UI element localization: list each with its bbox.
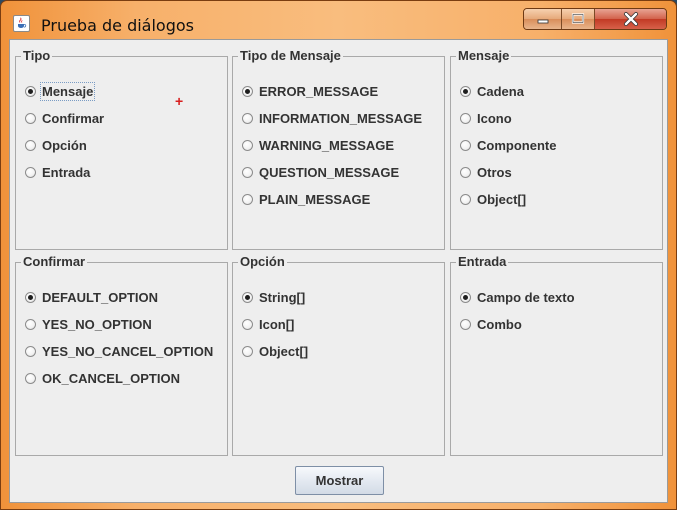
radio-circle	[242, 319, 253, 330]
group-entrada: Entrada Campo de texto Combo	[450, 255, 663, 456]
radio-label: ERROR_MESSAGE	[259, 84, 379, 99]
radio-label: String[]	[259, 290, 306, 305]
group-title: Mensaje	[458, 48, 510, 63]
radio-label: Combo	[477, 317, 522, 332]
radio-confirmar[interactable]: Confirmar	[25, 105, 104, 132]
radio-combo[interactable]: Combo	[460, 311, 575, 338]
group-confirmar: Confirmar DEFAULT_OPTION YES_NO_OPTION Y…	[15, 255, 228, 456]
radio-question-message[interactable]: QUESTION_MESSAGE	[242, 159, 422, 186]
radio-circle	[242, 292, 253, 303]
radio-label: Opción	[42, 138, 87, 153]
radio-circle	[460, 140, 471, 151]
radio-label: Object[]	[259, 344, 309, 359]
radio-object-array[interactable]: Object[]	[242, 338, 308, 365]
radio-circle	[25, 167, 36, 178]
radio-label: Componente	[477, 138, 557, 153]
radio-circle	[460, 194, 471, 205]
radio-label: INFORMATION_MESSAGE	[259, 111, 422, 126]
group-tipo-de-mensaje: Tipo de Mensaje ERROR_MESSAGE INFORMATIO…	[232, 49, 445, 250]
radio-label: Object[]	[477, 192, 527, 207]
radio-circle	[460, 319, 471, 330]
radio-label: Campo de texto	[477, 290, 575, 305]
group-mensaje: Mensaje Cadena Icono Componente Otros Ob…	[450, 49, 663, 250]
radio-label: Mensaje	[39, 82, 96, 101]
radio-circle	[25, 113, 36, 124]
radio-circle	[460, 167, 471, 178]
radio-label: Cadena	[477, 84, 524, 99]
radio-label: OK_CANCEL_OPTION	[42, 371, 180, 386]
radio-label: Entrada	[42, 165, 91, 180]
dialog-content: Tipo Mensaje Confirmar Opción Entrada + …	[9, 39, 668, 503]
radio-label: QUESTION_MESSAGE	[259, 165, 400, 180]
radio-plain-message[interactable]: PLAIN_MESSAGE	[242, 186, 422, 213]
radio-label: DEFAULT_OPTION	[42, 290, 159, 305]
radio-circle	[25, 319, 36, 330]
radio-warning-message[interactable]: WARNING_MESSAGE	[242, 132, 422, 159]
radio-ok-cancel-option[interactable]: OK_CANCEL_OPTION	[25, 365, 213, 392]
group-title: Confirmar	[23, 254, 86, 269]
radio-mensaje[interactable]: Mensaje	[25, 78, 104, 105]
radio-icono[interactable]: Icono	[460, 105, 556, 132]
radio-circle	[242, 194, 253, 205]
radio-error-message[interactable]: ERROR_MESSAGE	[242, 78, 422, 105]
radio-label: Otros	[477, 165, 512, 180]
crosshair-cursor-icon: +	[175, 93, 184, 109]
radio-string-array[interactable]: String[]	[242, 284, 308, 311]
group-title: Entrada	[458, 254, 507, 269]
radio-circle	[242, 86, 253, 97]
radio-default-option[interactable]: DEFAULT_OPTION	[25, 284, 213, 311]
radio-componente[interactable]: Componente	[460, 132, 556, 159]
caption-buttons	[523, 8, 667, 30]
radio-information-message[interactable]: INFORMATION_MESSAGE	[242, 105, 422, 132]
radio-circle	[242, 113, 253, 124]
radio-circle	[25, 140, 36, 151]
group-title: Tipo	[23, 48, 51, 63]
group-title: Opción	[240, 254, 285, 269]
radio-circle	[242, 346, 253, 357]
radio-circle	[25, 86, 36, 97]
maximize-button[interactable]	[562, 9, 595, 29]
radio-circle	[460, 113, 471, 124]
title-bar[interactable]: Prueba de diálogos	[1, 1, 676, 39]
close-button[interactable]	[595, 9, 666, 29]
radio-object-array[interactable]: Object[]	[460, 186, 556, 213]
radio-circle	[242, 167, 253, 178]
radio-yes-no-cancel-option[interactable]: YES_NO_CANCEL_OPTION	[25, 338, 213, 365]
window-title: Prueba de diálogos	[41, 16, 194, 35]
radio-circle	[25, 373, 36, 384]
java-coffee-cup-icon[interactable]	[13, 15, 30, 32]
radio-label: Icon[]	[259, 317, 295, 332]
mostrar-button[interactable]: Mostrar	[295, 466, 384, 495]
radio-circle	[460, 86, 471, 97]
radio-entrada[interactable]: Entrada	[25, 159, 104, 186]
group-tipo: Tipo Mensaje Confirmar Opción Entrada +	[15, 49, 228, 250]
radio-label: Icono	[477, 111, 512, 126]
radio-label: YES_NO_CANCEL_OPTION	[42, 344, 214, 359]
radio-label: WARNING_MESSAGE	[259, 138, 395, 153]
radio-label: Confirmar	[42, 111, 105, 126]
radio-campo-de-texto[interactable]: Campo de texto	[460, 284, 575, 311]
group-title: Tipo de Mensaje	[240, 48, 341, 63]
radio-circle	[25, 292, 36, 303]
radio-label: PLAIN_MESSAGE	[259, 192, 371, 207]
radio-circle	[25, 346, 36, 357]
maximize-icon	[571, 13, 585, 24]
dialog-window: Prueba de diálogos Tipo Mensaje Confirma…	[0, 0, 677, 510]
minimize-icon	[537, 19, 548, 24]
radio-opcion[interactable]: Opción	[25, 132, 104, 159]
radio-cadena[interactable]: Cadena	[460, 78, 556, 105]
radio-circle	[242, 140, 253, 151]
radio-label: YES_NO_OPTION	[42, 317, 152, 332]
group-opcion: Opción String[] Icon[] Object[]	[232, 255, 445, 456]
radio-otros[interactable]: Otros	[460, 159, 556, 186]
radio-circle	[460, 292, 471, 303]
close-icon	[623, 12, 638, 26]
radio-icon-array[interactable]: Icon[]	[242, 311, 308, 338]
radio-yes-no-option[interactable]: YES_NO_OPTION	[25, 311, 213, 338]
minimize-button[interactable]	[524, 9, 562, 29]
